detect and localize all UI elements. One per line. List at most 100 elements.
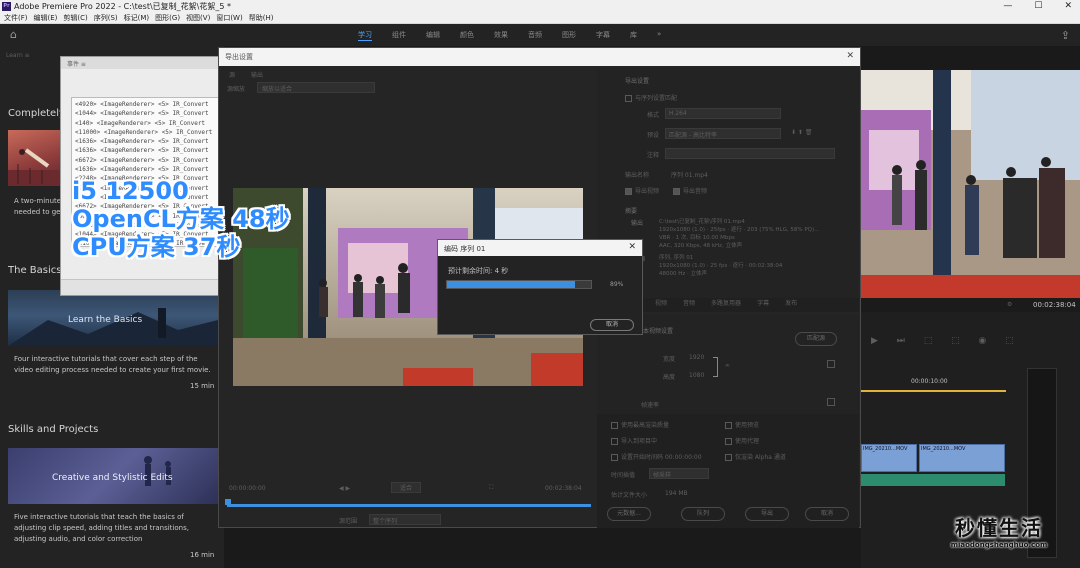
render-alpha-only-checkbox[interactable]: 仅渲染 Alpha 通道 bbox=[725, 452, 786, 461]
encoding-progress-fill bbox=[447, 281, 576, 288]
export-playhead[interactable] bbox=[225, 499, 231, 505]
encoding-percent: 89% bbox=[610, 281, 624, 288]
time-interpolation-dropdown[interactable]: 帧采样 bbox=[649, 468, 709, 479]
window-title: Adobe Premiere Pro 2022 - C:\test\已复制_花絮… bbox=[14, 1, 232, 11]
source-scaling-dropdown[interactable]: 缩放以适合 bbox=[257, 82, 375, 93]
surfer-illustration-icon bbox=[8, 148, 64, 186]
timeline-audio-clip[interactable] bbox=[861, 474, 1005, 486]
menu-markers[interactable]: 标记(M) bbox=[124, 13, 150, 23]
width-value[interactable]: 1920 bbox=[689, 354, 704, 361]
mark-in-out-icon[interactable]: ◀ ▶ bbox=[339, 485, 350, 492]
workspace-tab-audio[interactable]: 音频 bbox=[528, 30, 542, 41]
workspace-tab-assembly[interactable]: 组件 bbox=[392, 30, 406, 41]
tab-output[interactable]: 输出 bbox=[251, 70, 263, 79]
export-button[interactable]: 导出 bbox=[745, 507, 789, 521]
export-dialog-title: 导出设置 bbox=[225, 53, 253, 61]
maximize-button[interactable]: ☐ bbox=[1034, 1, 1042, 11]
settings-tab-audio[interactable]: 音频 bbox=[683, 298, 695, 312]
settings-tab-video[interactable]: 视频 bbox=[655, 298, 667, 312]
menu-clip[interactable]: 剪辑(C) bbox=[63, 13, 87, 23]
settings-tab-multiplexer[interactable]: 多路复用器 bbox=[711, 298, 741, 312]
overlay-cpu-label: i5 12500 bbox=[72, 177, 189, 205]
height-value[interactable]: 1080 bbox=[689, 372, 704, 379]
cancel-export-button[interactable]: 取消 bbox=[805, 507, 849, 521]
menu-help[interactable]: 帮助(H) bbox=[249, 13, 274, 23]
export-dialog-close-button[interactable]: ✕ bbox=[846, 51, 854, 61]
workspace-bar: ⌂ 学习 组件 编辑 颜色 效果 音频 图形 字幕 库 » ⇪ bbox=[0, 24, 1080, 46]
menu-window[interactable]: 窗口(W) bbox=[216, 13, 242, 23]
event-log-line: <1636> <ImageRenderer> <5> IR_Convert bbox=[75, 147, 209, 155]
fit-dropdown[interactable]: 适合 bbox=[391, 482, 421, 493]
frame-rate-label: 帧速率 bbox=[641, 402, 660, 409]
menu-view[interactable]: 视图(V) bbox=[186, 13, 210, 23]
menu-graphics[interactable]: 图形(G) bbox=[155, 13, 180, 23]
workspace-tab-editing[interactable]: 编辑 bbox=[426, 30, 440, 41]
set-start-timecode-checkbox[interactable]: 设置开始时间码 00:00:00:00 bbox=[611, 452, 702, 461]
timeline-ruler-timecode: 00:00:10:00 bbox=[911, 378, 948, 385]
workspace-tab-color[interactable]: 颜色 bbox=[460, 30, 474, 41]
size-checkbox[interactable] bbox=[827, 360, 835, 368]
workspace-tab-libraries[interactable]: 库 bbox=[630, 30, 637, 41]
event-log-line: <1636> <ImageRenderer> <5> IR_Convert bbox=[75, 166, 209, 174]
time-interpolation-label: 时间插值 bbox=[611, 472, 636, 479]
minimize-button[interactable]: — bbox=[1003, 1, 1012, 11]
basics-thumbnail[interactable]: Learn the Basics bbox=[8, 290, 218, 346]
match-source-button[interactable]: 匹配源 bbox=[795, 332, 837, 346]
overlay-cpu-time: CPU方案 37秒 bbox=[72, 233, 241, 261]
width-label: 宽度 bbox=[663, 356, 676, 363]
skills-thumbnail[interactable]: Creative and Stylistic Edits bbox=[8, 448, 218, 504]
home-icon[interactable]: ⌂ bbox=[10, 29, 22, 41]
export-timeline-range[interactable] bbox=[227, 504, 591, 507]
section-skills: Skills and Projects bbox=[8, 424, 99, 435]
summary-heading: 摘要 bbox=[625, 208, 638, 215]
encoding-cancel-button[interactable]: 取消 bbox=[590, 319, 634, 331]
preset-dropdown[interactable]: 匹配源 - 高比特率 bbox=[665, 128, 781, 139]
workspace-tab-effects[interactable]: 效果 bbox=[494, 30, 508, 41]
basics-thumbnail-caption: Learn the Basics bbox=[68, 315, 143, 325]
source-range-dropdown[interactable]: 整个序列 bbox=[369, 514, 441, 525]
transport-controls[interactable]: ▶ ⏭ ⬚ ⬚ ◉ ⬚ bbox=[871, 336, 1022, 346]
timeline-clip-1[interactable]: IMG_20210...MOV bbox=[861, 444, 917, 472]
match-sequence-checkbox[interactable]: 与序列设置匹配 bbox=[625, 93, 677, 102]
settings-wrench-icon[interactable]: ⚙ bbox=[1007, 301, 1012, 308]
export-video-checkbox[interactable]: 导出视频 bbox=[625, 186, 659, 195]
learn-panel-tab[interactable]: Learn ≡ bbox=[6, 52, 30, 59]
close-button[interactable]: ✕ bbox=[1064, 1, 1072, 11]
max-render-quality-checkbox[interactable]: 使用最高渲染质量 bbox=[611, 420, 669, 429]
workspace-tab-learn[interactable]: 学习 bbox=[358, 30, 372, 41]
section-completely: Completely bbox=[8, 108, 65, 119]
menu-edit[interactable]: 编辑(E) bbox=[34, 13, 58, 23]
workspace-tab-graphics[interactable]: 图形 bbox=[562, 30, 576, 41]
crop-icon[interactable]: ⛶ bbox=[489, 484, 493, 492]
menu-sequence[interactable]: 序列(S) bbox=[94, 13, 118, 23]
share-icon[interactable]: ⇪ bbox=[1061, 29, 1070, 42]
comments-field[interactable] bbox=[665, 148, 835, 159]
format-label: 格式 bbox=[647, 112, 660, 119]
comments-label: 注释 bbox=[647, 152, 660, 159]
output-name-link[interactable]: 序列 01.mp4 bbox=[671, 170, 708, 179]
format-dropdown[interactable]: H.264 bbox=[665, 108, 781, 119]
tab-source[interactable]: 源 bbox=[229, 70, 235, 79]
completely-thumbnail[interactable] bbox=[8, 130, 64, 186]
menu-file[interactable]: 文件(F) bbox=[4, 13, 28, 23]
use-previews-checkbox[interactable]: 使用预览 bbox=[725, 420, 759, 429]
queue-button[interactable]: 队列 bbox=[681, 507, 725, 521]
settings-tab-captions[interactable]: 字幕 bbox=[757, 298, 769, 312]
aspect-link-icon[interactable] bbox=[713, 357, 718, 377]
render-options: 使用最高渲染质量 使用预览 导入到项目中 使用代理 设置开始时间码 00:00:… bbox=[597, 414, 859, 528]
workspace-more-button[interactable]: » bbox=[657, 30, 661, 41]
encoding-dialog-close-button[interactable]: ✕ bbox=[628, 242, 636, 252]
use-proxies-checkbox[interactable]: 使用代理 bbox=[725, 436, 759, 445]
export-audio-checkbox[interactable]: 导出音频 bbox=[673, 186, 707, 195]
encoding-dialog-title: 编码 序列 01 bbox=[444, 245, 486, 253]
import-into-project-checkbox[interactable]: 导入到项目中 bbox=[611, 436, 657, 445]
frame-rate-checkbox[interactable] bbox=[827, 398, 835, 406]
timeline-clip-2[interactable]: IMG_20210...MOV bbox=[919, 444, 1005, 472]
preset-action-icons[interactable]: ⬇ ⬆ 🗑 bbox=[791, 129, 813, 136]
workspace-tab-captions[interactable]: 字幕 bbox=[596, 30, 610, 41]
program-video-frame bbox=[861, 70, 1080, 298]
settings-tab-publish[interactable]: 发布 bbox=[785, 298, 797, 312]
basics-description: Four interactive tutorials that cover ea… bbox=[14, 355, 211, 374]
chain-icon[interactable]: ∞ bbox=[725, 362, 730, 369]
metadata-button[interactable]: 元数据... bbox=[607, 507, 651, 521]
